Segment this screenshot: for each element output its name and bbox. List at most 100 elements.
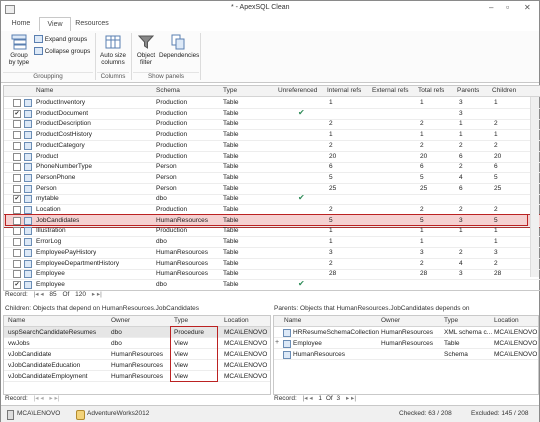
cell-schema: dbo xyxy=(156,238,167,246)
list-item[interactable]: uspSearchCandidateResumes dbo Procedure MCA… xyxy=(4,327,270,338)
column-header-total-refs[interactable]: Total refs xyxy=(418,87,444,94)
list-item[interactable]: + Employee HumanResources Table MCA\LENOVO xyxy=(274,338,538,349)
app-window: * - ApexSQL Clean – ▫ ✕ Home View Resour… xyxy=(0,0,540,422)
column-header-owner[interactable]: Owner xyxy=(111,317,130,324)
row-checkbox[interactable] xyxy=(13,99,21,107)
column-header-name[interactable]: Name xyxy=(36,87,53,94)
prev-record-button[interactable]: ◂ xyxy=(40,291,43,298)
tab-resources[interactable]: Resources xyxy=(73,17,111,30)
next-record-button[interactable]: ▸ ▸| xyxy=(49,395,59,402)
column-header-internal-refs[interactable]: Internal refs xyxy=(327,87,361,94)
column-header-children[interactable]: Children xyxy=(492,87,516,94)
row-checkbox[interactable]: ✔ xyxy=(13,195,21,204)
group-by-type-button[interactable]: Group by type xyxy=(7,34,31,66)
close-button[interactable]: ✕ xyxy=(524,3,531,12)
record-position[interactable]: 1 xyxy=(318,395,322,402)
first-record-button[interactable]: |◂ xyxy=(34,291,39,298)
cell-parents: 1 xyxy=(459,227,463,235)
minimize-button[interactable]: – xyxy=(489,3,493,12)
vertical-scrollbar[interactable] xyxy=(530,97,539,277)
column-header-parents[interactable]: Parents xyxy=(457,87,479,94)
column-header-type[interactable]: Type xyxy=(444,317,458,324)
row-checkbox[interactable]: ✔ xyxy=(13,109,21,118)
grid-header: Name Schema Type Unreferenced Internal r… xyxy=(4,86,540,97)
cell-total-refs: 1 xyxy=(420,227,424,235)
column-header-location[interactable]: Location xyxy=(224,317,249,324)
tab-home[interactable]: Home xyxy=(5,17,37,30)
table-icon xyxy=(24,238,32,247)
list-item[interactable]: vwJobs dbo View MCA\LENOVO xyxy=(4,338,270,349)
record-position[interactable]: 85 xyxy=(49,291,56,298)
cell-name: vwJobs xyxy=(8,340,30,347)
expand-icon[interactable]: + xyxy=(275,339,279,346)
row-checkbox[interactable]: ✔ xyxy=(13,280,21,289)
first-record-button[interactable]: |◂ ◂ xyxy=(303,395,313,402)
server-icon xyxy=(7,410,14,420)
cell-total-refs: 1 xyxy=(420,99,424,106)
row-checkbox[interactable] xyxy=(13,131,21,140)
cell-name: Person xyxy=(36,184,57,192)
cell-children: 20 xyxy=(494,152,502,160)
column-header-owner[interactable]: Owner xyxy=(381,317,400,324)
row-checkbox[interactable] xyxy=(13,259,21,268)
cell-name: PersonPhone xyxy=(36,173,76,181)
row-checkbox[interactable] xyxy=(13,238,21,247)
cell-total-refs: 20 xyxy=(420,152,428,160)
cell-name: EmployeePayHistory xyxy=(36,248,97,256)
cell-type: Table xyxy=(223,109,239,117)
column-header-schema[interactable]: Schema xyxy=(156,87,180,94)
column-header-type[interactable]: Type xyxy=(174,317,188,324)
objects-grid: Name Schema Type Unreferenced Internal r… xyxy=(3,85,540,291)
list-item[interactable]: vJobCandidateEmployment HumanResources Vie… xyxy=(4,371,270,382)
list-item[interactable]: vJobCandidateEducation HumanResources View… xyxy=(4,360,270,371)
cell-children: 2 xyxy=(494,120,498,128)
first-record-button[interactable]: |◂ ◂ xyxy=(34,395,44,402)
next-record-button[interactable]: ▸ ▸| xyxy=(346,395,356,402)
cell-total-refs: 2 xyxy=(420,259,424,267)
restore-button[interactable]: ▫ xyxy=(506,2,509,12)
row-checkbox[interactable] xyxy=(13,120,21,129)
cell-location: MCA\LENOVO xyxy=(224,373,268,380)
expand-groups-button[interactable]: Expand groups xyxy=(34,35,87,43)
cell-type: Table xyxy=(223,259,239,267)
row-checkbox[interactable] xyxy=(13,173,21,182)
row-checkbox[interactable] xyxy=(13,141,21,150)
column-header-external-refs[interactable]: External refs xyxy=(372,87,409,94)
row-checkbox[interactable] xyxy=(13,270,21,279)
cell-children: 25 xyxy=(494,184,502,192)
row-checkbox[interactable] xyxy=(13,248,21,257)
last-record-button[interactable]: ▸| xyxy=(97,291,102,298)
list-item[interactable]: HRResumeSchemaCollection HumanResources XM… xyxy=(274,327,538,338)
parents-grid: Name Owner Type Location HRResumeSchemaC… xyxy=(273,315,539,395)
row-checkbox[interactable] xyxy=(13,227,21,236)
list-item[interactable]: HumanResources Schema MCA\LENOVO xyxy=(274,349,538,360)
dependencies-button[interactable]: Dependencies xyxy=(159,34,199,59)
cell-children: 1 xyxy=(494,131,498,139)
record-label: Record: xyxy=(5,291,28,298)
cell-name: Employee xyxy=(293,340,322,347)
quick-access-icon[interactable] xyxy=(5,5,15,14)
column-header-location[interactable]: Location xyxy=(494,317,519,324)
row-checkbox[interactable] xyxy=(13,184,21,193)
list-item[interactable]: vJobCandidate HumanResources View MCA\LENOV… xyxy=(4,349,270,360)
column-header-name[interactable]: Name xyxy=(8,317,25,324)
row-checkbox[interactable] xyxy=(13,152,21,161)
row-checkbox[interactable] xyxy=(13,163,21,172)
column-header-unreferenced[interactable]: Unreferenced xyxy=(278,87,317,94)
cell-parents: 1 xyxy=(459,131,463,139)
cell-parents: 4 xyxy=(459,173,463,181)
auto-size-columns-button[interactable]: Auto size columns xyxy=(98,34,128,66)
column-header-name[interactable]: Name xyxy=(284,317,301,324)
cell-internal-refs: 2 xyxy=(329,206,333,213)
cell-parents: 3 xyxy=(459,109,463,117)
next-record-button[interactable]: ▸ xyxy=(92,291,95,298)
tab-view[interactable]: View xyxy=(39,17,71,32)
collapse-groups-button[interactable]: Collapse groups xyxy=(34,47,90,55)
cell-name: Illustration xyxy=(36,227,66,235)
cell-type: Table xyxy=(223,238,239,246)
cell-type: Table xyxy=(223,270,239,278)
expand-groups-label: Expand groups xyxy=(44,35,88,43)
collapse-groups-label: Collapse groups xyxy=(44,47,91,55)
column-header-type[interactable]: Type xyxy=(223,87,237,94)
object-filter-button[interactable]: Object filter xyxy=(135,34,157,66)
